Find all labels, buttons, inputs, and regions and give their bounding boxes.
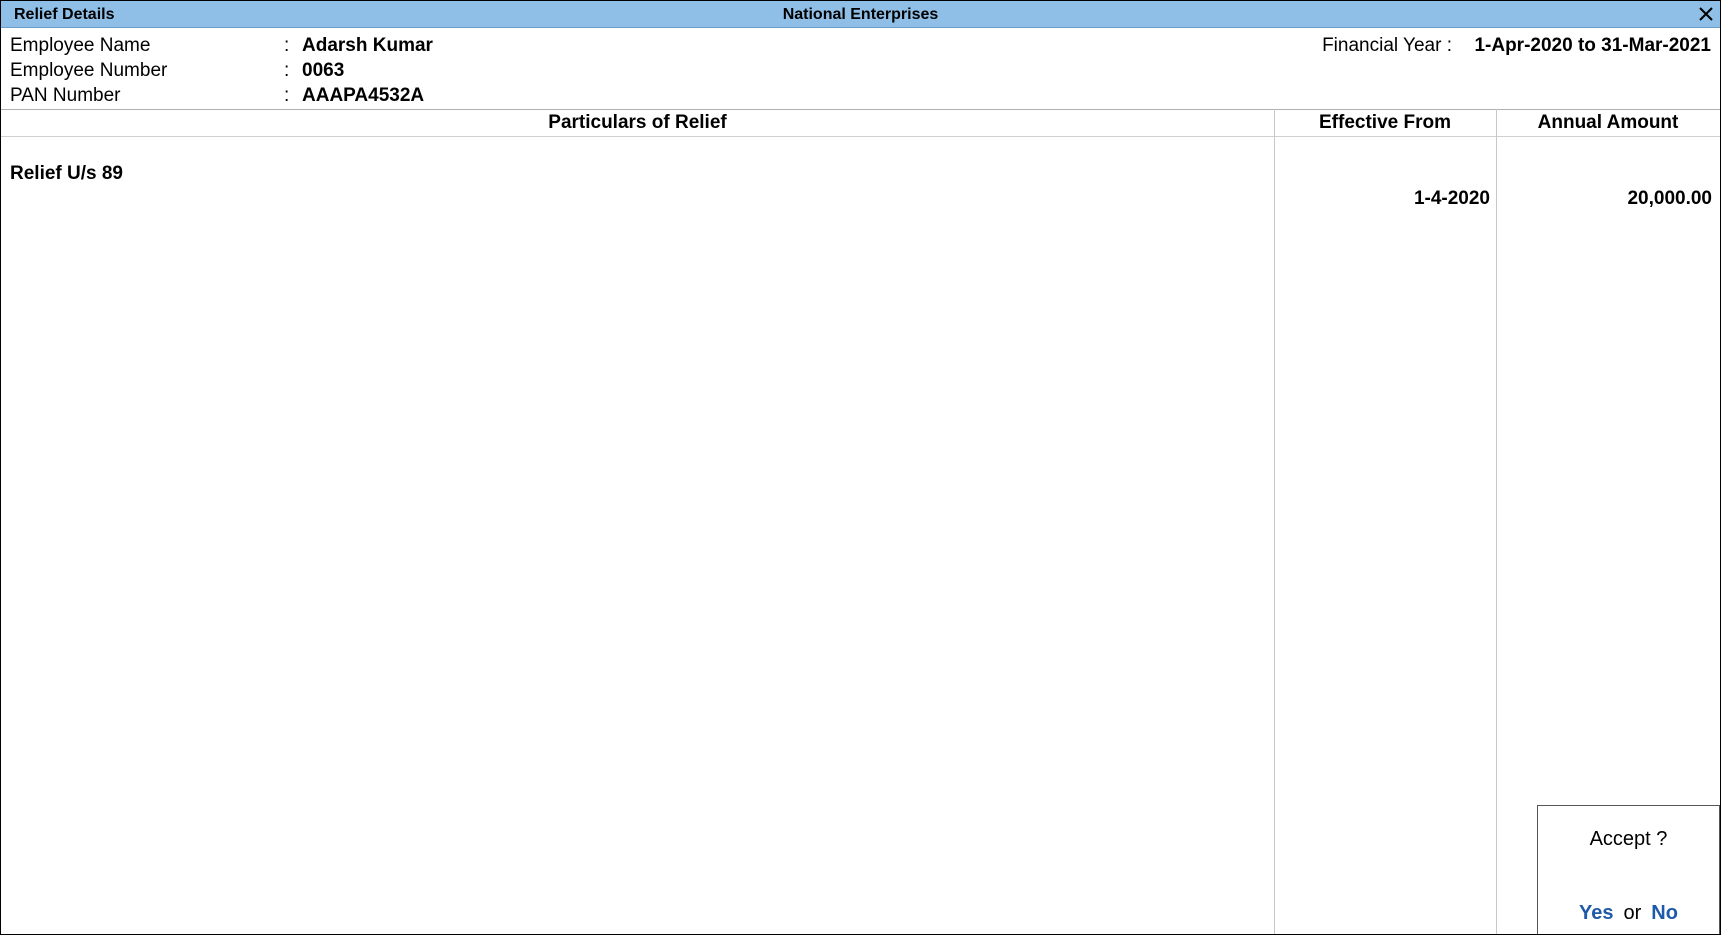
employee-name-value: Adarsh Kumar xyxy=(302,35,433,56)
column-header-annual-amount: Annual Amount xyxy=(1537,112,1679,133)
relief-particular[interactable]: Relief U/s 89 xyxy=(10,163,123,185)
employee-number-label: Employee Number xyxy=(10,60,168,81)
relief-annual-amount[interactable]: 20,000.00 xyxy=(1496,188,1712,210)
pan-number-value: AAAPA4532A xyxy=(302,85,425,106)
accept-prompt: Accept ? xyxy=(1589,828,1668,850)
column-header-effective-from: Effective From xyxy=(1319,112,1451,133)
pan-number-separator: : xyxy=(284,85,290,106)
employee-name-separator: : xyxy=(284,35,290,56)
close-icon xyxy=(1699,7,1713,21)
company-name: National Enterprises xyxy=(782,6,939,23)
employee-number-separator: : xyxy=(284,60,290,81)
column-divider-effective-from xyxy=(1274,109,1275,934)
pan-number-label: PAN Number xyxy=(10,85,121,106)
title-bar: Relief Details National Enterprises xyxy=(1,1,1720,28)
accept-dialog: Accept ? Yes or No xyxy=(1537,805,1720,934)
close-button[interactable] xyxy=(1696,4,1716,24)
accept-choices: Yes or No xyxy=(1538,902,1719,925)
employee-name-label: Employee Name xyxy=(10,35,151,56)
or-text: or xyxy=(1623,902,1642,924)
financial-year-label: Financial Year : xyxy=(1322,35,1452,56)
column-divider-annual-amount xyxy=(1496,109,1497,934)
financial-year-value: 1-Apr-2020 to 31-Mar-2021 xyxy=(1474,35,1711,56)
relief-effective-from[interactable]: 1-4-2020 xyxy=(1274,188,1490,210)
table-top-border xyxy=(1,109,1720,110)
column-header-particulars: Particulars of Relief xyxy=(548,112,727,133)
no-button[interactable]: No xyxy=(1651,902,1678,924)
relief-details-window: Relief Details National Enterprises Empl… xyxy=(0,0,1721,935)
employee-number-value: 0063 xyxy=(302,60,345,81)
table-header-border xyxy=(1,136,1720,137)
yes-button[interactable]: Yes xyxy=(1579,902,1613,924)
